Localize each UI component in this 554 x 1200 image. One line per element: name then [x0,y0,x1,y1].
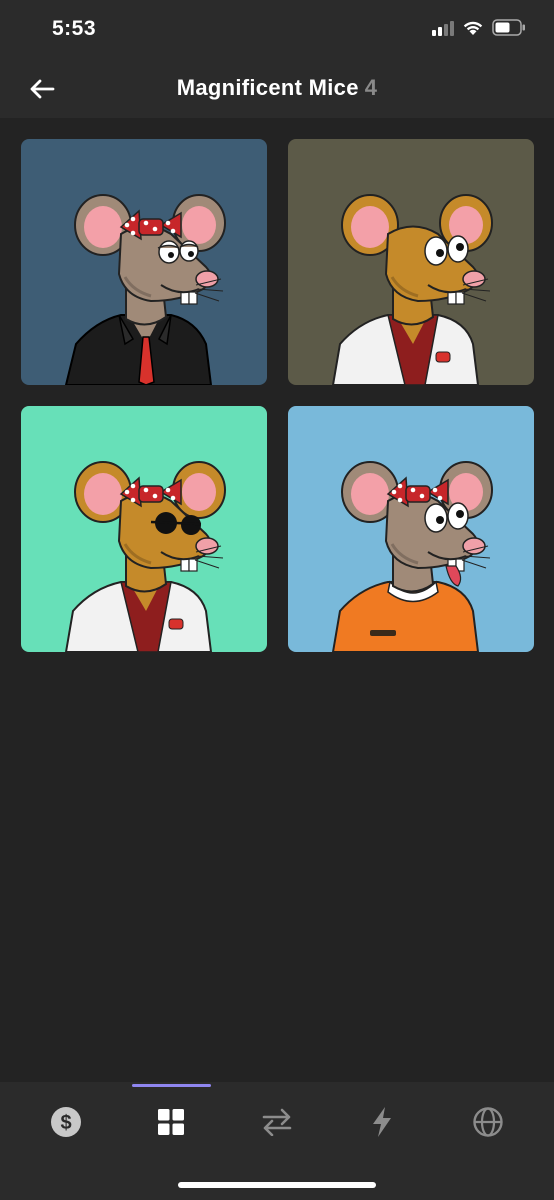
nav-tab-activity[interactable] [352,1100,412,1144]
svg-text:$: $ [60,1112,71,1134]
nft-card[interactable] [21,406,267,652]
collection-name: Magnificent Mice [176,75,359,100]
nav-tab-balance[interactable]: $ [36,1100,96,1144]
status-icons [432,19,526,36]
nav-tab-collectibles[interactable] [141,1100,201,1144]
nav-tab-swap[interactable] [247,1100,307,1144]
nft-card[interactable] [288,139,534,385]
status-bar: 5:53 [0,0,554,60]
nav-tab-browser[interactable] [458,1100,518,1144]
nft-card[interactable] [288,406,534,652]
collection-count: 4 [364,75,378,100]
battery-icon [492,19,525,36]
dollar-coin-icon: $ [51,1107,81,1137]
page-title: Magnificent Mice 4 [0,75,554,101]
collection-grid [21,139,534,652]
nft-card[interactable] [21,139,267,385]
nft-image [288,406,534,652]
status-time: 5:53 [52,17,97,40]
lightning-icon [373,1107,391,1137]
nft-image [21,406,267,652]
swap-arrows-icon [262,1108,292,1136]
nft-image [288,139,534,385]
grid-icon [158,1109,184,1135]
header: Magnificent Mice 4 [0,60,554,118]
nft-image [21,139,267,385]
cellular-signal-icon [432,20,454,36]
globe-icon [473,1107,503,1137]
active-tab-indicator [132,1084,211,1087]
home-indicator [178,1182,376,1188]
wifi-icon [463,21,483,35]
